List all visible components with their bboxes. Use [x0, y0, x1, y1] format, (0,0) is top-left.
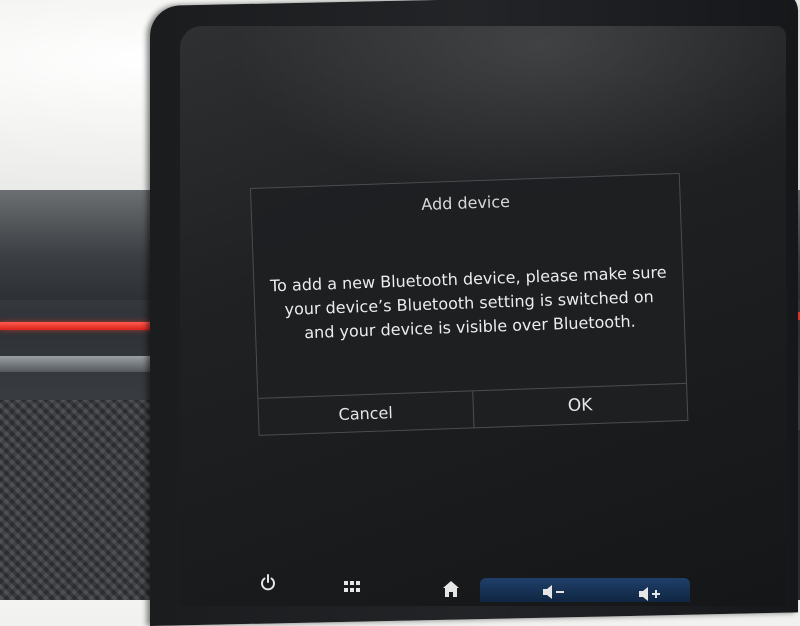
add-device-dialog: Add device To add a new Bluetooth device…	[250, 172, 689, 436]
carbon-fiber-panel	[0, 400, 160, 600]
cancel-button[interactable]: Cancel	[258, 391, 473, 434]
volume-up-icon[interactable]	[638, 586, 664, 607]
chrome-trim	[0, 356, 170, 372]
ok-button[interactable]: OK	[471, 383, 688, 428]
bottom-bar	[230, 566, 790, 601]
red-trim-strip	[0, 322, 168, 330]
dialog-title: Add device	[421, 191, 511, 215]
dialog-message: To add a new Bluetooth device, please ma…	[269, 262, 667, 343]
power-icon[interactable]	[260, 574, 276, 597]
volume-down-icon[interactable]	[542, 584, 568, 605]
grid-menu-icon[interactable]	[344, 578, 360, 598]
